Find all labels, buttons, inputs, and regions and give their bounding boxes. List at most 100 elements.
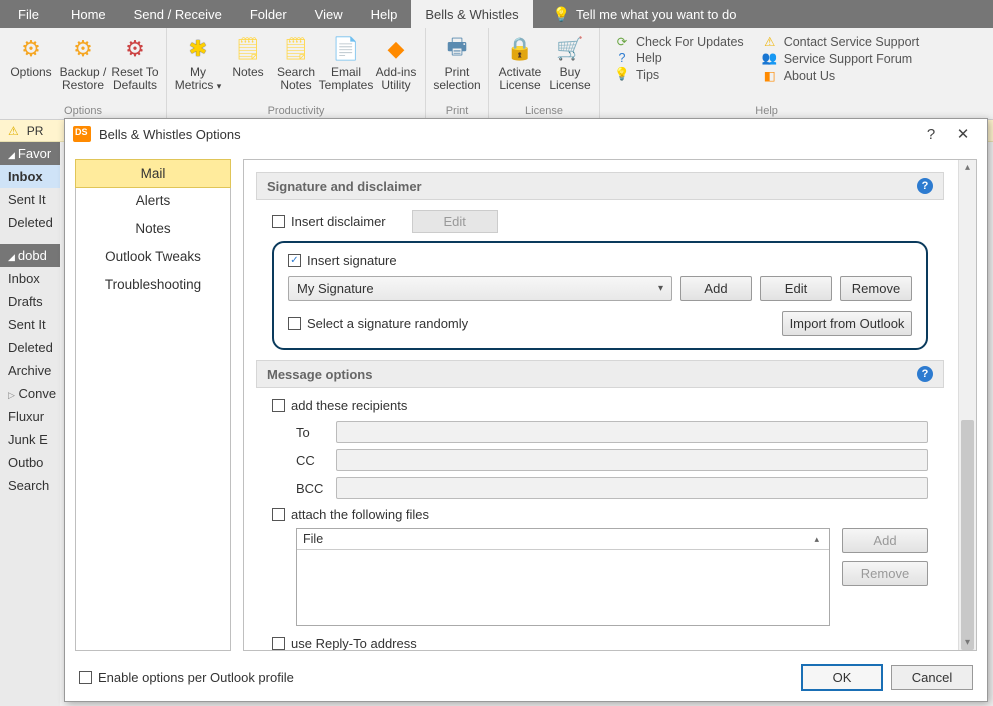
signature-combo[interactable]: My Signature ▾	[288, 276, 672, 301]
scroll-down-icon[interactable]: ▾	[959, 637, 976, 648]
warning-icon: ⚠	[762, 34, 778, 49]
checkbox-reply-to[interactable]: use Reply-To address	[272, 636, 928, 651]
dialog-nav: Mail Alerts Notes Outlook Tweaks Trouble…	[75, 159, 231, 651]
tab-home[interactable]: Home	[57, 0, 120, 28]
sidebar-item[interactable]: Deleted	[0, 211, 60, 234]
sidebar-item[interactable]: ▷ Conve	[0, 382, 60, 405]
sidebar-item[interactable]: Drafts	[0, 290, 60, 313]
ribbon-metrics[interactable]: ✱My Metrics ▾	[173, 32, 223, 94]
lnk-forum[interactable]: 👥Service Support Forum	[762, 51, 920, 66]
sidebar-item[interactable]: Archive	[0, 359, 60, 382]
file-add-button[interactable]: Add	[842, 528, 928, 553]
file-list[interactable]: File▴	[296, 528, 830, 626]
ribbon-options[interactable]: ⚙Options	[6, 32, 56, 94]
folder-sidebar: ◢Favor Inbox Sent It Deleted ◢dobd Inbox…	[0, 142, 60, 706]
print-icon: 🖶	[442, 34, 472, 64]
app-icon	[73, 126, 91, 142]
scroll-thumb[interactable]	[961, 420, 974, 650]
sidebar-favorites[interactable]: ◢Favor	[0, 142, 60, 165]
nav-notes[interactable]: Notes	[76, 215, 230, 243]
ribbon-print[interactable]: 🖶Print selection	[432, 32, 482, 94]
note-icon: 🗒	[233, 34, 263, 64]
sidebar-item[interactable]: Sent It	[0, 188, 60, 211]
signature-frame: Insert signature My Signature ▾ Add Edit…	[272, 241, 928, 350]
sidebar-item[interactable]: Inbox	[0, 165, 60, 188]
edit-disclaimer-button: Edit	[412, 210, 498, 233]
checkbox-disclaimer[interactable]: Insert disclaimer Edit	[272, 210, 928, 233]
lnk-contact[interactable]: ⚠Contact Service Support	[762, 34, 920, 49]
bcc-field[interactable]	[336, 477, 928, 499]
search-note-icon: 🗒	[281, 34, 311, 64]
sidebar-item[interactable]: Deleted	[0, 336, 60, 359]
sort-up-icon: ▴	[814, 534, 819, 545]
tell-me-label: Tell me what you want to do	[576, 7, 736, 22]
scrollbar[interactable]: ▴ ▾	[958, 160, 976, 650]
sidebar-item[interactable]: Outbo	[0, 451, 60, 474]
tab-folder[interactable]: Folder	[236, 0, 301, 28]
ribbon-backup[interactable]: ⚙Backup / Restore	[58, 32, 108, 94]
remove-signature-button[interactable]: Remove	[840, 276, 912, 301]
sidebar-item[interactable]: Sent It	[0, 313, 60, 336]
group-print-label: Print	[432, 105, 482, 119]
tab-bells[interactable]: Bells & Whistles	[411, 0, 532, 28]
ribbon-templates[interactable]: 📄Email Templates	[321, 32, 371, 94]
ribbon-activate[interactable]: 🔒Activate License	[495, 32, 545, 94]
ribbon-search-notes[interactable]: 🗒Search Notes	[273, 32, 319, 94]
checkbox-icon	[288, 317, 301, 330]
nav-alerts[interactable]: Alerts	[76, 187, 230, 215]
checkbox-enable-profile[interactable]: Enable options per Outlook profile	[79, 670, 294, 685]
to-field[interactable]	[336, 421, 928, 443]
import-outlook-button[interactable]: Import from Outlook	[782, 311, 912, 336]
chevron-down-icon: ▾	[658, 283, 663, 294]
dialog-footer: Enable options per Outlook profile OK Ca…	[65, 661, 987, 701]
ok-button[interactable]: OK	[801, 664, 883, 691]
lnk-help[interactable]: ?Help	[614, 51, 744, 65]
file-column-header[interactable]: File▴	[303, 532, 823, 546]
tab-file[interactable]: File	[0, 0, 57, 28]
ribbon-addins[interactable]: ◆Add-ins Utility	[373, 32, 419, 94]
ribbon-reset[interactable]: ⚙Reset To Defaults	[110, 32, 160, 94]
sidebar-item[interactable]: Junk E	[0, 428, 60, 451]
lnk-about[interactable]: ◧About Us	[762, 68, 920, 83]
checkbox-random[interactable]: Select a signature randomly	[288, 316, 468, 331]
nav-mail[interactable]: Mail	[75, 159, 231, 188]
cc-field[interactable]	[336, 449, 928, 471]
add-signature-button[interactable]: Add	[680, 276, 752, 301]
close-button[interactable]: ✕	[947, 125, 979, 143]
lnk-tips[interactable]: 💡Tips	[614, 67, 744, 82]
ribbon-notes[interactable]: 🗒Notes	[225, 32, 271, 94]
tab-sendreceive[interactable]: Send / Receive	[120, 0, 236, 28]
chevron-down-icon: ◢	[8, 252, 15, 262]
scroll-up-icon[interactable]: ▴	[959, 162, 976, 173]
help-button[interactable]: ?	[915, 126, 947, 143]
section-help-icon[interactable]: ?	[917, 178, 933, 194]
sidebar-item[interactable]: Search	[0, 474, 60, 497]
checkbox-add-recipients[interactable]: add these recipients	[272, 398, 928, 413]
dialog-titlebar: Bells & Whistles Options ? ✕	[65, 119, 987, 149]
checkbox-signature[interactable]: Insert signature	[288, 253, 912, 268]
sidebar-account[interactable]: ◢dobd	[0, 244, 60, 267]
menu-bar: File Home Send / Receive Folder View Hel…	[0, 0, 993, 28]
group-prod-label: Productivity	[173, 105, 419, 119]
section-help-icon[interactable]: ?	[917, 366, 933, 382]
nav-tweaks[interactable]: Outlook Tweaks	[76, 243, 230, 271]
reset-icon: ⚙	[120, 34, 150, 64]
bcc-label: BCC	[296, 481, 326, 496]
file-remove-button[interactable]: Remove	[842, 561, 928, 586]
cancel-button[interactable]: Cancel	[891, 665, 973, 690]
checkbox-attach-files[interactable]: attach the following files	[272, 507, 928, 522]
checkbox-icon	[79, 671, 92, 684]
edit-signature-button[interactable]: Edit	[760, 276, 832, 301]
tell-me[interactable]: 💡 Tell me what you want to do	[533, 0, 737, 28]
template-icon: 📄	[331, 34, 361, 64]
sidebar-item[interactable]: Fluxur	[0, 405, 60, 428]
nav-troubleshoot[interactable]: Troubleshooting	[76, 271, 230, 299]
ribbon-buy[interactable]: 🛒Buy License	[547, 32, 593, 94]
tab-view[interactable]: View	[301, 0, 357, 28]
tab-help[interactable]: Help	[357, 0, 412, 28]
warning-text: PR	[27, 124, 44, 138]
checkbox-icon	[272, 215, 285, 228]
sidebar-item[interactable]: Inbox	[0, 267, 60, 290]
bulb-icon: 💡	[614, 67, 630, 82]
lnk-check-updates[interactable]: ⟳Check For Updates	[614, 34, 744, 49]
